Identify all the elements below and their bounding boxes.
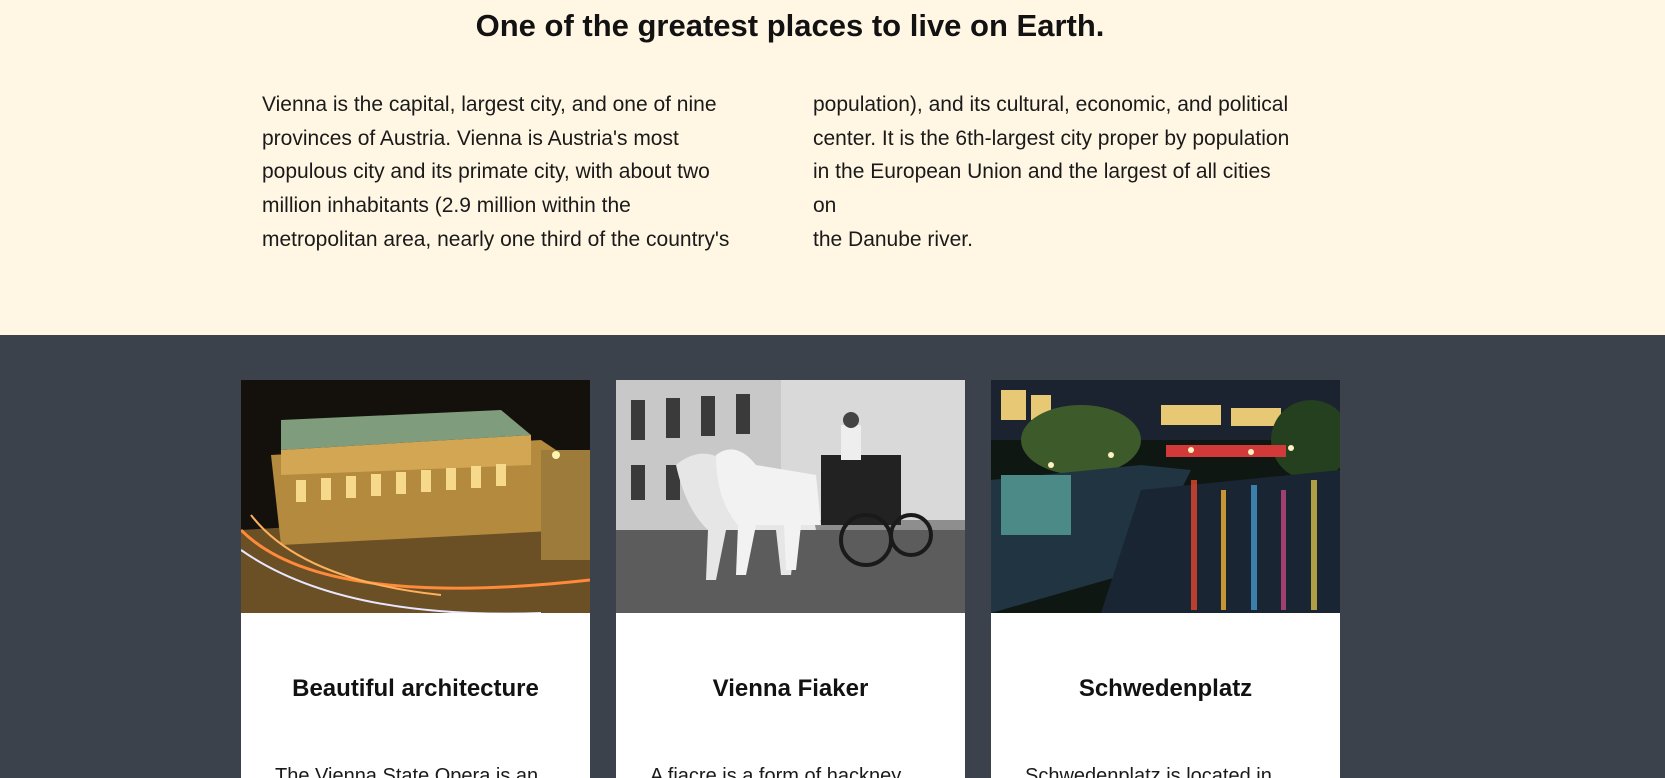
card-text: The Vienna State Opera is an xyxy=(275,765,539,778)
card-title: Vienna Fiaker xyxy=(712,675,869,702)
card-schwedenplatz[interactable]: Schwedenplatz Schwedenplatz is located i… xyxy=(991,380,1340,778)
canal-night-photo xyxy=(991,380,1340,613)
intro-text-line: populous city and its primate city, with… xyxy=(262,160,710,184)
intro-heading: One of the greatest places to live on Ea… xyxy=(475,8,1105,43)
intro-text-line: million inhabitants (2.9 million within … xyxy=(262,194,631,218)
intro-text-line: the Danube river. xyxy=(813,227,973,251)
intro-section: One of the greatest places to live on Ea… xyxy=(0,0,1665,335)
opera-house-photo xyxy=(241,380,590,613)
intro-text-line: Vienna is the capital, largest city, and… xyxy=(262,93,717,116)
intro-text-line: center. It is the 6th-largest city prope… xyxy=(813,126,1290,150)
intro-text-left-column: Vienna is the capital, largest city, and… xyxy=(262,88,746,257)
intro-text-line: in the European Union and the largest of… xyxy=(813,160,1271,218)
intro-text-right-column: population), and its cultural, economic,… xyxy=(813,88,1297,257)
card-architecture[interactable]: Beautiful architecture The Vienna State … xyxy=(241,380,590,778)
intro-text-line: provinces of Austria. Vienna is Austria'… xyxy=(262,126,679,150)
intro-text-line: metropolitan area, nearly one third of t… xyxy=(262,227,730,251)
card-fiaker[interactable]: Vienna Fiaker A fiacre is a form of hack… xyxy=(616,380,965,778)
intro-text-line: population), and its cultural, economic,… xyxy=(813,93,1289,116)
card-title: Schwedenplatz xyxy=(1078,675,1253,702)
card-title: Beautiful architecture xyxy=(292,675,539,702)
card-text: Schwedenplatz is located in xyxy=(1025,765,1272,778)
horse-carriage-photo xyxy=(616,380,965,613)
card-text: A fiacre is a form of hackney xyxy=(650,765,902,778)
